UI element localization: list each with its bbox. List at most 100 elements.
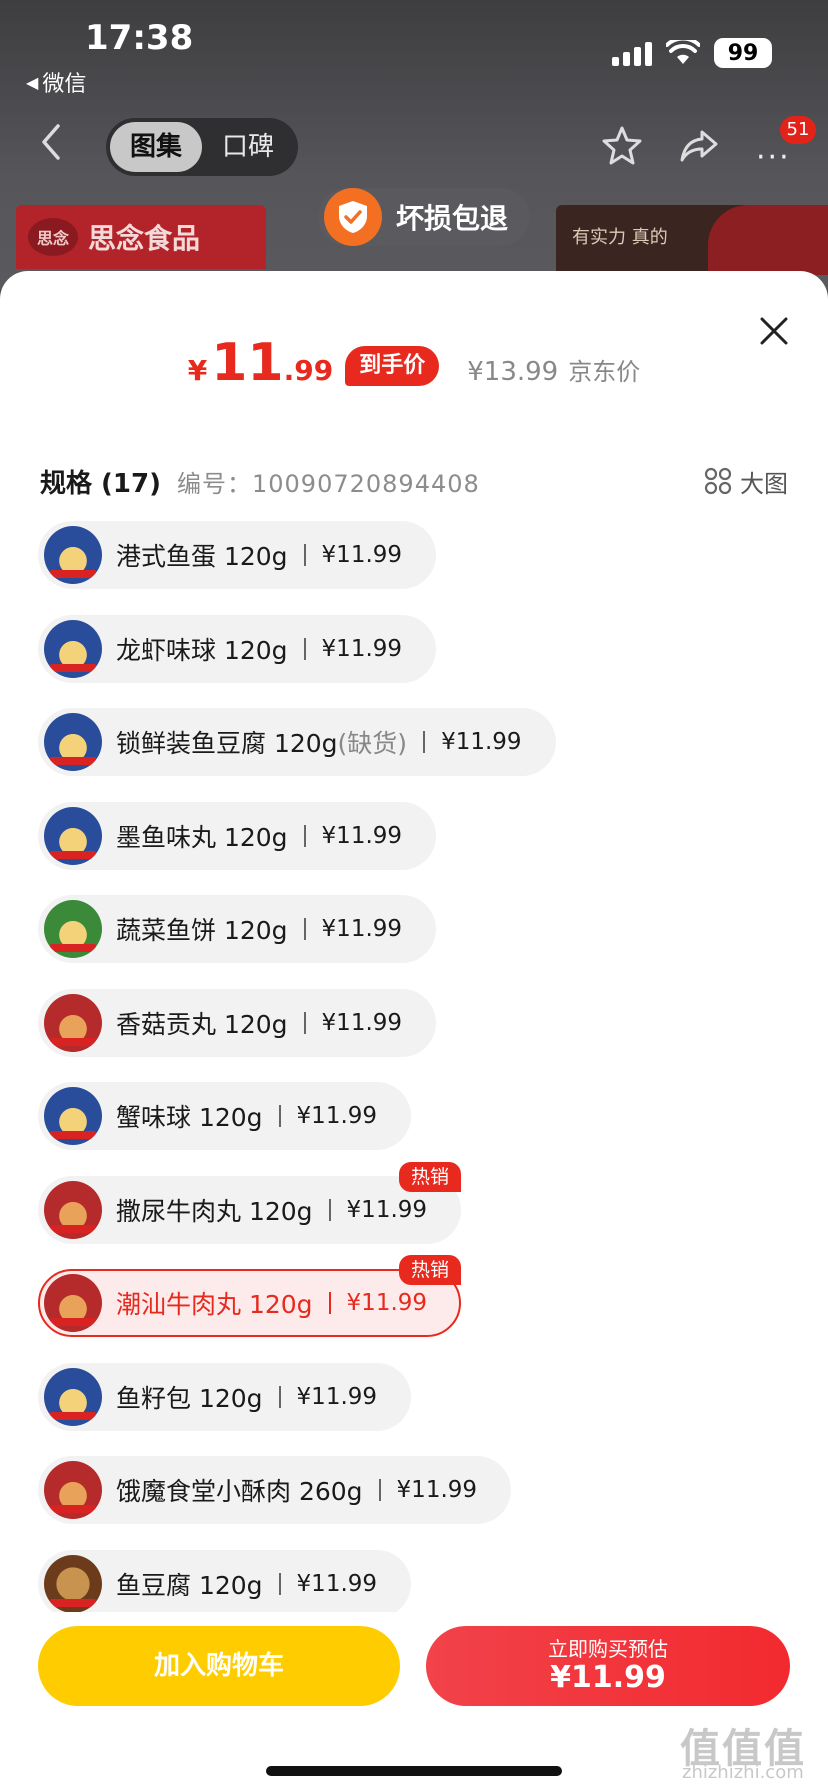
status-time: 17:38: [85, 18, 194, 58]
divider: [303, 544, 306, 566]
view-tabs: 图集 口碑: [106, 118, 298, 176]
signal-icon: [612, 40, 652, 66]
spec-option[interactable]: 锁鲜装鱼豆腐 120g (缺货) ¥11.99: [38, 708, 556, 776]
buy-now-label: 立即购买预估: [548, 1637, 668, 1661]
spec-option[interactable]: 港式鱼蛋 120g ¥11.99: [38, 521, 437, 589]
status-icons: 99: [612, 38, 772, 68]
price-row: ¥ 11 .99 到手价 ¥13.99 京东价: [0, 333, 828, 394]
big-view-label: 大图: [740, 469, 788, 498]
divider: [303, 824, 306, 847]
promo-decoration: [708, 205, 828, 275]
spec-option-list: 港式鱼蛋 120g ¥11.99 龙虾味球 120g ¥11.99 锁鲜装鱼豆腐 120…: [38, 521, 798, 1643]
spec-option-price: ¥11.99: [296, 1570, 378, 1597]
spec-option-name: 墨鱼味丸 120g: [116, 822, 288, 852]
spec-option-price: ¥11.99: [321, 542, 403, 568]
spec-option[interactable]: 墨鱼味丸 120g ¥11.99: [38, 801, 437, 870]
back-app-label: 微信: [42, 72, 87, 97]
spec-option-name: 锁鲜装鱼豆腐 120g: [116, 729, 338, 758]
divider: [303, 1011, 306, 1034]
spec-option[interactable]: 蟹味球 120g ¥11.99: [38, 1082, 412, 1150]
price-decimal: .99: [283, 354, 334, 387]
spec-option-name: 潮汕牛肉丸 120g: [116, 1290, 313, 1319]
divider: [423, 731, 426, 753]
spec-option-price: ¥11.99: [296, 1383, 378, 1410]
divider: [303, 637, 306, 660]
spec-option-thumbnail: [44, 1367, 102, 1426]
brand-name: 思念食品: [88, 222, 201, 255]
divider: [278, 1572, 281, 1595]
jd-price: ¥13.99: [467, 357, 559, 387]
star-icon[interactable]: [600, 124, 644, 168]
promo-text: 有实力 真的: [572, 227, 668, 248]
spec-option-price: ¥11.99: [321, 1009, 403, 1036]
spec-selector-sheet: ¥ 11 .99 到手价 ¥13.99 京东价 规格 (17) 编号：10090…: [0, 271, 828, 1792]
spec-title: 规格 (17): [40, 468, 161, 499]
spec-option[interactable]: 香菇贡丸 120g ¥11.99: [38, 988, 437, 1057]
spec-option-price: ¥11.99: [296, 1103, 378, 1129]
spec-option-thumbnail: [44, 1554, 102, 1613]
shield-check-icon: [324, 188, 382, 246]
out-of-stock-label: (缺货): [337, 729, 408, 758]
buy-now-button[interactable]: 立即购买预估 ¥11.99: [426, 1626, 790, 1706]
brand-banner: 思念 思念食品: [16, 205, 266, 269]
spec-option-price: ¥11.99: [441, 729, 522, 755]
spec-option-name: 蔬菜鱼饼 120g: [116, 916, 288, 945]
spec-option-name: 港式鱼蛋 120g: [116, 542, 288, 571]
spec-option[interactable]: 饿魔食堂小酥肉 260g ¥11.99: [38, 1456, 512, 1524]
spec-option-thumbnail: [44, 900, 102, 958]
spec-option-thumbnail: [44, 619, 102, 678]
more-icon[interactable]: ···: [756, 140, 791, 175]
final-price: ¥ 11 .99: [188, 333, 333, 393]
spec-option-price: ¥11.99: [346, 1290, 428, 1316]
spec-option-name: 龙虾味球 120g: [116, 635, 288, 665]
spec-option-price: ¥11.99: [396, 1477, 478, 1503]
product-code: 编号：10090720894408: [177, 464, 480, 499]
spec-option-thumbnail: [44, 1274, 102, 1332]
spec-option-thumbnail: [44, 526, 102, 584]
spec-option[interactable]: 龙虾味球 120g ¥11.99: [38, 614, 437, 683]
spec-option-price: ¥11.99: [321, 635, 403, 662]
guarantee-text: 坏损包退: [396, 202, 509, 235]
brand-logo: 思念: [28, 218, 78, 256]
watermark-url: zhizhizhi.com: [682, 1762, 804, 1783]
spec-option[interactable]: 撒尿牛肉丸 120g ¥11.99 热销: [38, 1161, 462, 1244]
spec-option-name: 饿魔食堂小酥肉 260g: [116, 1477, 363, 1506]
hot-sale-badge: 热销: [399, 1161, 462, 1192]
spec-option[interactable]: 鱼豆腐 120g ¥11.99: [38, 1549, 412, 1618]
tab-reviews[interactable]: 口碑: [202, 122, 294, 172]
divider: [328, 1292, 331, 1314]
spec-option-name: 撒尿牛肉丸 120g: [116, 1196, 313, 1226]
divider: [303, 918, 306, 940]
spec-option[interactable]: 潮汕牛肉丸 120g ¥11.99 热销: [38, 1255, 462, 1337]
battery-icon: 99: [714, 38, 772, 68]
spec-header: 规格 (17) 编号：10090720894408 大图: [40, 461, 788, 501]
spec-option-name: 蟹味球 120g: [116, 1103, 263, 1132]
product-code-label: 编号：: [177, 469, 252, 498]
big-view-toggle[interactable]: 大图: [704, 464, 788, 499]
final-price-tag: 到手价: [345, 346, 440, 386]
product-code-value: 10090720894408: [252, 469, 480, 498]
spec-option-thumbnail: [44, 806, 102, 865]
spec-option-thumbnail: [44, 713, 102, 771]
spec-option[interactable]: 蔬菜鱼饼 120g ¥11.99: [38, 895, 437, 963]
share-icon[interactable]: [678, 126, 720, 166]
spec-option-price: ¥11.99: [321, 916, 403, 942]
add-to-cart-button[interactable]: 加入购物车: [38, 1626, 400, 1706]
back-to-app-link[interactable]: ◀ 微信: [26, 66, 86, 98]
spec-option-name: 鱼籽包 120g: [116, 1383, 263, 1413]
spec-option-price: ¥11.99: [346, 1196, 428, 1223]
divider: [278, 1105, 281, 1127]
back-triangle-icon: ◀: [26, 72, 39, 92]
grid-icon: [704, 467, 732, 495]
spec-option-name: 香菇贡丸 120g: [116, 1009, 288, 1039]
hot-sale-badge: 热销: [399, 1255, 462, 1285]
home-indicator: [266, 1766, 562, 1776]
buy-now-price: ¥11.99: [550, 1660, 666, 1695]
spec-option[interactable]: 鱼籽包 120g ¥11.99: [38, 1362, 412, 1431]
tab-gallery[interactable]: 图集: [110, 122, 202, 172]
price-integer: 11: [211, 333, 284, 393]
back-arrow-icon[interactable]: [36, 122, 66, 162]
spec-option-thumbnail: [44, 993, 102, 1052]
spec-option-thumbnail: [44, 1180, 102, 1239]
spec-option-thumbnail: [44, 1087, 102, 1145]
